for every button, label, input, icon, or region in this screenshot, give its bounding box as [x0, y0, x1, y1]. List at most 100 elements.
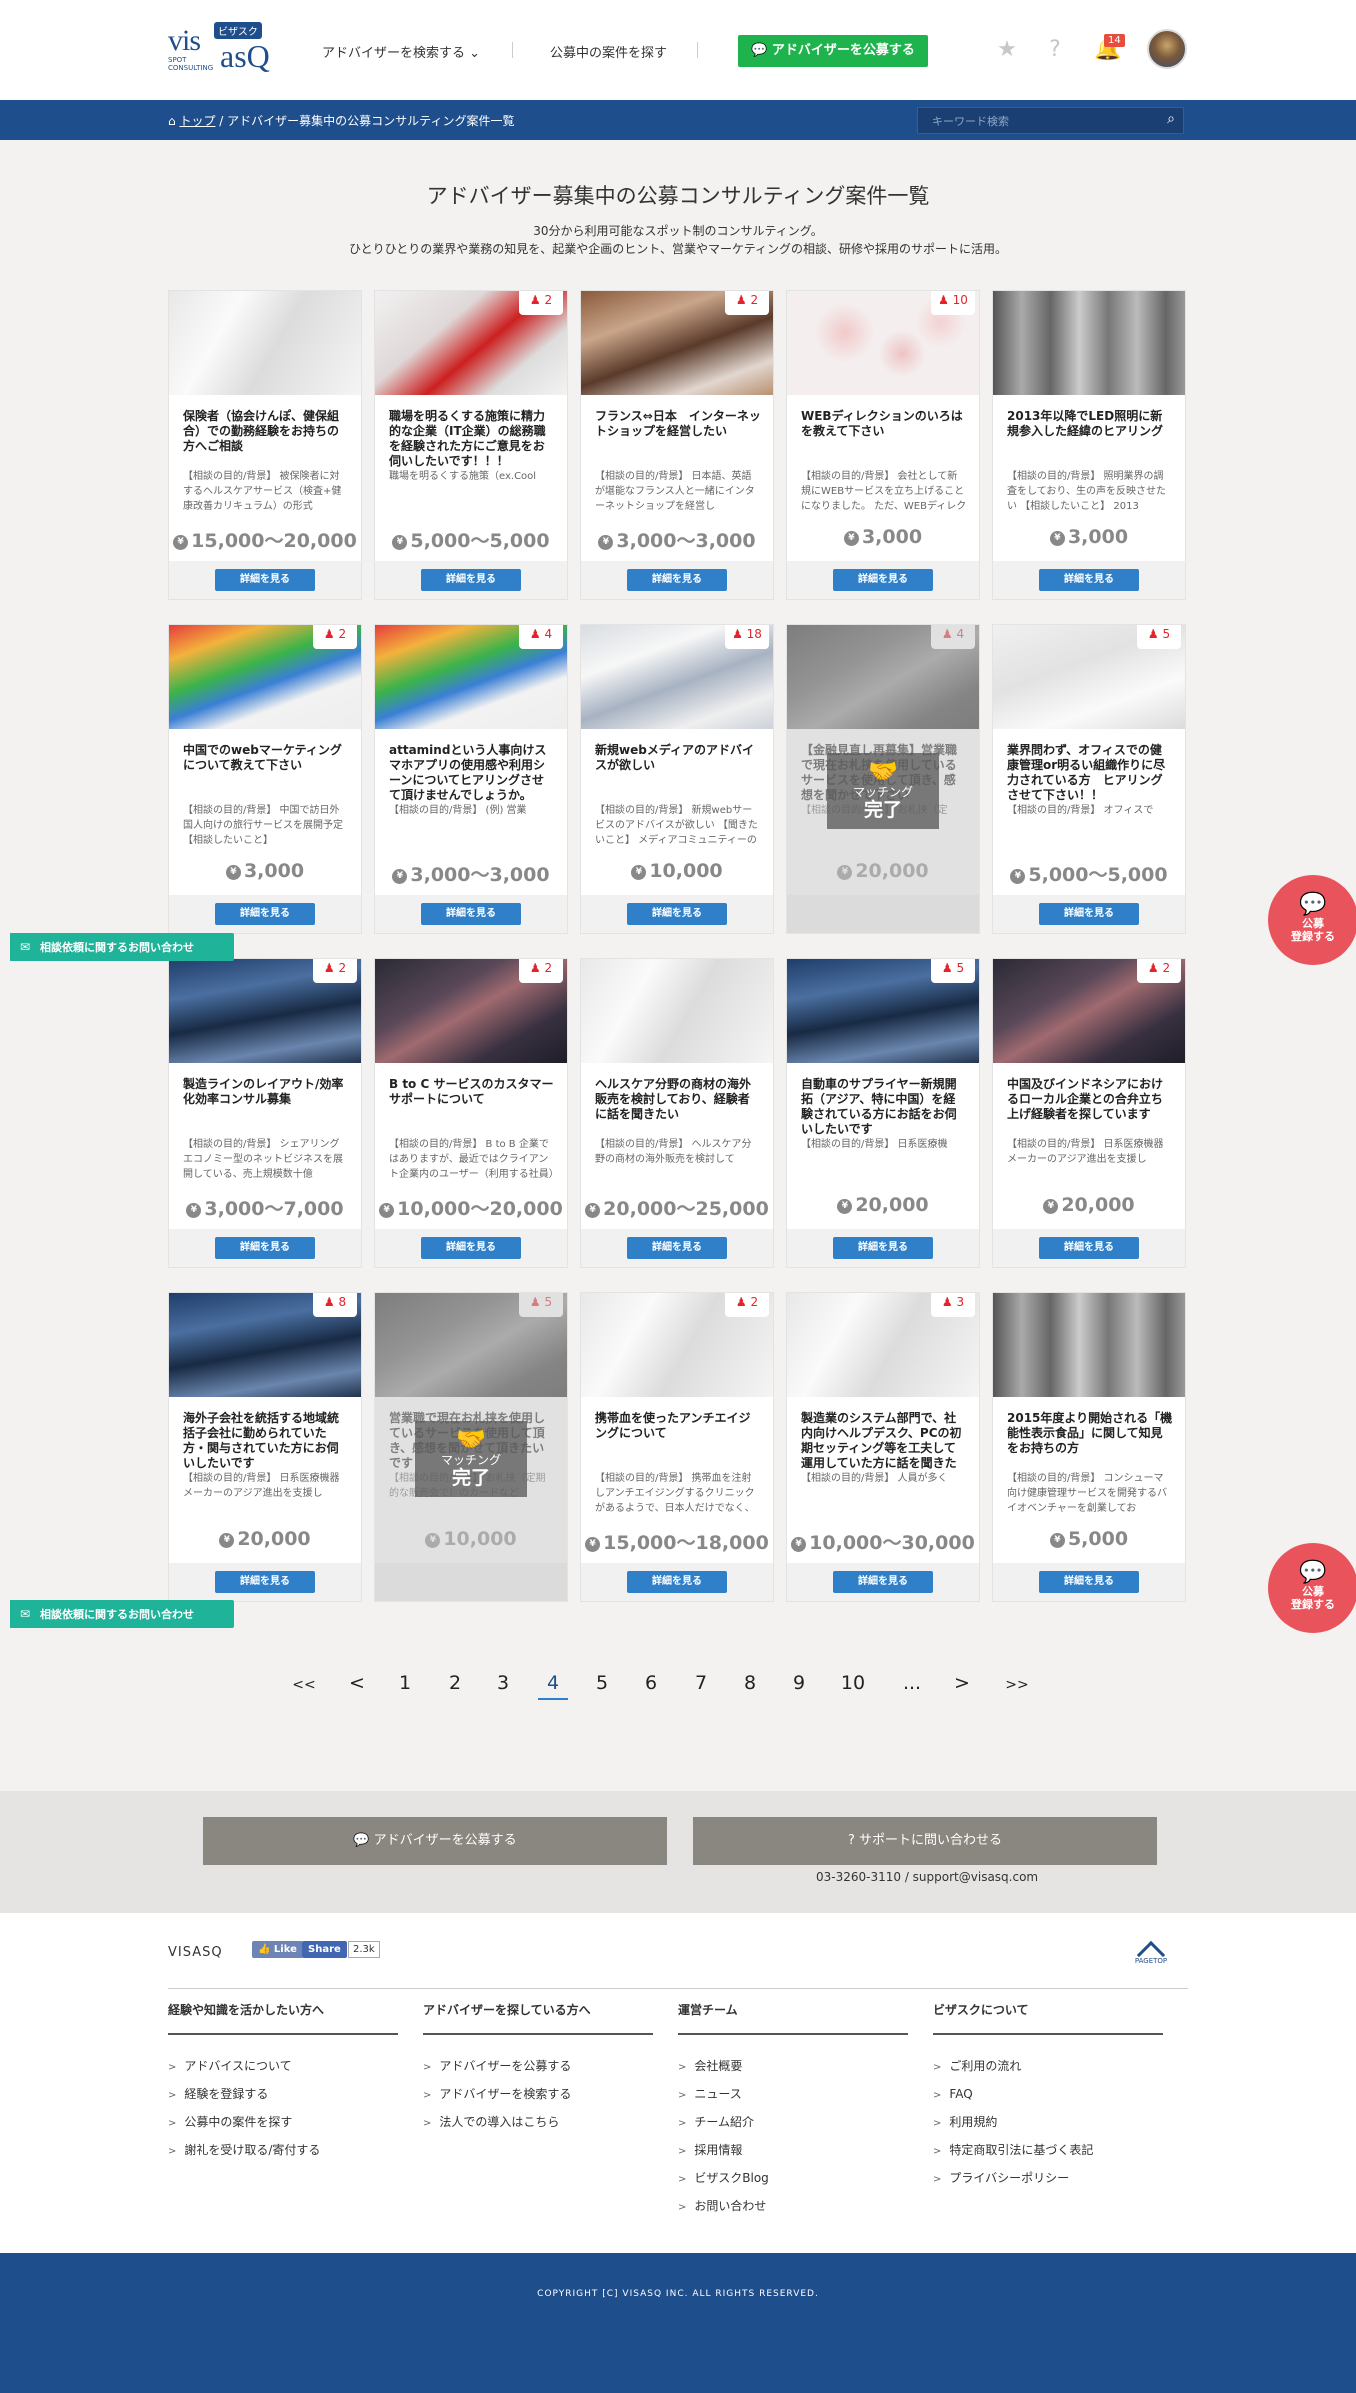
detail-button[interactable]: 詳細を見る [421, 569, 521, 591]
card-title[interactable]: WEBディレクションのいろはを教えて下さい [801, 409, 967, 469]
project-card[interactable]: ♟ 2 製造ラインのレイアウト/効率化効率コンサル募集 【相談の目的/背景】 シェア… [168, 958, 362, 1268]
project-card[interactable]: ♟ 2 職場を明るくする施策に精力的な企業（IT企業）の総務職を経験された方にご意… [374, 290, 568, 600]
help-icon[interactable]: ? [1043, 38, 1067, 62]
project-card[interactable]: 保険者（協会けんぽ、健保組合）での勤務経験をお持ちの方へご相談 【相談の目的/背景… [168, 290, 362, 600]
footer-link[interactable]: 利用規約 [933, 2109, 1173, 2137]
card-title[interactable]: 中国及びインドネシアにおけるローカル企業との合弁立ち上げ経験者を探しています [1007, 1077, 1173, 1137]
card-title[interactable]: 新規webメディアのアドバイスが欲しい [595, 743, 761, 803]
publish-advisor-button[interactable]: 💬 アドバイザーを公募する [738, 35, 928, 67]
visasq-logo[interactable]: vis asQ ビザスク SPOT CONSULTING [168, 22, 272, 74]
detail-button[interactable]: 詳細を見る [1039, 903, 1139, 925]
avatar[interactable] [1147, 29, 1187, 69]
card-title[interactable]: 自動車のサプライヤー新規開拓（アジア、特に中国）を経験されている方にお話をお伺い… [801, 1077, 967, 1137]
project-card[interactable]: 2015年度より開始される「機能性表示食品」に関して知見をお持ちの方 【相談の目的… [992, 1292, 1186, 1602]
project-card[interactable]: ♟ 2 フランス⇔日本 インターネットショップを経営したい 【相談の目的/背景】 日… [580, 290, 774, 600]
project-card[interactable]: ♟ 5 業界問わず、オフィスでの健康管理or明るい組織作りに尽力されている方 ヒア… [992, 624, 1186, 934]
detail-button[interactable]: 詳細を見る [215, 569, 315, 591]
footer-link[interactable]: お問い合わせ [678, 2193, 918, 2221]
footer-link[interactable]: 謝礼を受け取る/寄付する [168, 2137, 408, 2165]
pagination-link[interactable]: << [289, 1677, 319, 1693]
register-circle-button[interactable]: 💬公募登録する [1268, 1543, 1356, 1633]
card-title[interactable]: B to C サービスのカスタマーサポートについて [389, 1077, 555, 1137]
register-circle-button[interactable]: 💬公募登録する [1268, 875, 1356, 965]
project-card[interactable]: ♟ 3 製造業のシステム部門で、社内向けヘルプデスク、PCの初期セッティング等を工… [786, 1292, 980, 1602]
pagination-link[interactable]: < [342, 1672, 372, 1694]
pagination-link[interactable]: 8 [735, 1672, 765, 1694]
project-card[interactable]: ♟ 4【金融見直し再募集】営業職で現在お札挟を使用しているサービスを使用して頂き… [786, 624, 980, 934]
card-title[interactable]: 製造業のシステム部門で、社内向けヘルプデスク、PCの初期セッティング等を工夫して… [801, 1411, 967, 1471]
project-card[interactable]: 2013年以降でLED照明に新規参入した経緯のヒアリング 【相談の目的/背景】 照… [992, 290, 1186, 600]
detail-button[interactable]: 詳細を見る [1039, 1571, 1139, 1593]
support-contact-button[interactable]: ? サポートに問い合わせる [693, 1817, 1157, 1865]
project-card[interactable]: ♟ 4 attamindという人事向けスマホアプリの使用感や利用シーンについてヒア… [374, 624, 568, 934]
project-card[interactable]: ♟ 2 中国及びインドネシアにおけるローカル企業との合弁立ち上げ経験者を探していま… [992, 958, 1186, 1268]
detail-button[interactable]: 詳細を見る [215, 903, 315, 925]
project-card[interactable]: ♟ 5営業職で現在お札挟を使用しているサービスを使用して頂き、感想を聞かせて頂き… [374, 1292, 568, 1602]
detail-button[interactable]: 詳細を見る [421, 1237, 521, 1259]
project-card[interactable]: ♟ 2 B to C サービスのカスタマーサポートについて 【相談の目的/背景】 B… [374, 958, 568, 1268]
card-title[interactable]: 業界問わず、オフィスでの健康管理or明るい組織作りに尽力されている方 ヒアリング… [1007, 743, 1173, 803]
detail-button[interactable]: 詳細を見る [627, 903, 727, 925]
pagination-link[interactable]: 9 [784, 1672, 814, 1694]
project-card[interactable]: ♟ 10 WEBディレクションのいろはを教えて下さい 【相談の目的/背景】 会社とし… [786, 290, 980, 600]
card-title[interactable]: フランス⇔日本 インターネットショップを経営したい [595, 409, 761, 469]
project-card[interactable]: ヘルスケア分野の商材の海外販売を検討しており、経験者に話を聞きたい 【相談の目的/… [580, 958, 774, 1268]
breadcrumb-home-link[interactable]: トップ [179, 114, 215, 128]
contact-tab[interactable]: ✉ 相談依頼に関するお問い合わせ [10, 1600, 234, 1628]
detail-button[interactable]: 詳細を見る [833, 1571, 933, 1593]
facebook-like-button[interactable]: 👍 Like [252, 1941, 303, 1958]
card-title[interactable]: 職場を明るくする施策に精力的な企業（IT企業）の総務職を経験された方にご意見をお… [389, 409, 555, 469]
pagination-link[interactable]: > [947, 1672, 977, 1694]
project-card[interactable]: ♟ 2 中国でのwebマーケティングについて教えて下さい 【相談の目的/背景】 中国… [168, 624, 362, 934]
card-title[interactable]: ヘルスケア分野の商材の海外販売を検討しており、経験者に話を聞きたい [595, 1077, 761, 1137]
pagetop-button[interactable]: PAGETOP [1130, 1935, 1172, 1970]
footer-link[interactable]: ビザスクBlog [678, 2165, 918, 2193]
keyword-search-input[interactable]: キーワード検索 ⌕ [917, 107, 1184, 134]
footer-link[interactable]: 特定商取引法に基づく表記 [933, 2137, 1173, 2165]
footer-link[interactable]: 経験を登録する [168, 2081, 408, 2109]
footer-link[interactable]: FAQ [933, 2081, 1173, 2109]
pagination-link[interactable]: ... [897, 1672, 927, 1694]
detail-button[interactable]: 詳細を見る [833, 1237, 933, 1259]
detail-button[interactable]: 詳細を見る [833, 569, 933, 591]
footer-link[interactable]: 会社概要 [678, 2053, 918, 2081]
nav-search-advisor[interactable]: アドバイザーを検索する ⌄ [322, 42, 480, 61]
footer-link[interactable]: ご利用の流れ [933, 2053, 1173, 2081]
search-icon[interactable]: ⌕ [1167, 111, 1175, 127]
footer-link[interactable]: 採用情報 [678, 2137, 918, 2165]
card-title[interactable]: 2015年度より開始される「機能性表示食品」に関して知見をお持ちの方 [1007, 1411, 1173, 1471]
card-title[interactable]: 携帯血を使ったアンチエイジングについて [595, 1411, 761, 1471]
project-card[interactable]: ♟ 18 新規webメディアのアドバイスが欲しい 【相談の目的/背景】 新規webサ… [580, 624, 774, 934]
footer-logo[interactable]: VISASQ [168, 1945, 223, 1960]
footer-link[interactable]: プライバシーポリシー [933, 2165, 1173, 2193]
detail-button[interactable]: 詳細を見る [627, 569, 727, 591]
nav-find-projects[interactable]: 公募中の案件を探す [550, 42, 667, 61]
footer-link[interactable]: 法人での導入はこちら [423, 2109, 663, 2137]
pagination-link[interactable]: 10 [838, 1672, 868, 1694]
pagination-link[interactable]: 1 [390, 1672, 420, 1694]
card-title[interactable]: 2013年以降でLED照明に新規参入した経緯のヒアリング [1007, 409, 1173, 469]
pagination-link[interactable]: 6 [636, 1672, 666, 1694]
card-title[interactable]: 保険者（協会けんぽ、健保組合）での勤務経験をお持ちの方へご相談 [183, 409, 349, 469]
card-title[interactable]: attamindという人事向けスマホアプリの使用感や利用シーンについてヒアリング… [389, 743, 555, 803]
detail-button[interactable]: 詳細を見る [627, 1237, 727, 1259]
pagination-link[interactable]: 2 [440, 1672, 470, 1694]
card-title[interactable]: 海外子会社を統括する地域統括子会社に勤められていた方・関与されていた方にお伺いし… [183, 1411, 349, 1471]
contact-tab[interactable]: ✉ 相談依頼に関するお問い合わせ [10, 933, 234, 961]
pagination-link[interactable]: 5 [587, 1672, 617, 1694]
project-card[interactable]: ♟ 8 海外子会社を統括する地域統括子会社に勤められていた方・関与されていた方にお… [168, 1292, 362, 1602]
card-title[interactable]: 製造ラインのレイアウト/効率化効率コンサル募集 [183, 1077, 349, 1137]
pagination-current-page[interactable]: 4 [538, 1672, 568, 1700]
footer-link[interactable]: アドバイスについて [168, 2053, 408, 2081]
detail-button[interactable]: 詳細を見る [215, 1571, 315, 1593]
detail-button[interactable]: 詳細を見る [627, 1571, 727, 1593]
star-icon[interactable]: ★ [995, 38, 1019, 62]
footer-link[interactable]: チーム紹介 [678, 2109, 918, 2137]
footer-link[interactable]: アドバイザーを公募する [423, 2053, 663, 2081]
pagination-link[interactable]: 3 [488, 1672, 518, 1694]
project-card[interactable]: ♟ 2 携帯血を使ったアンチエイジングについて 【相談の目的/背景】 携帯血を注射し… [580, 1292, 774, 1602]
detail-button[interactable]: 詳細を見る [215, 1237, 315, 1259]
publish-advisor-cta-button[interactable]: 💬 アドバイザーを公募する [203, 1817, 667, 1865]
footer-link[interactable]: アドバイザーを検索する [423, 2081, 663, 2109]
project-card[interactable]: ♟ 5 自動車のサプライヤー新規開拓（アジア、特に中国）を経験されている方にお話を… [786, 958, 980, 1268]
